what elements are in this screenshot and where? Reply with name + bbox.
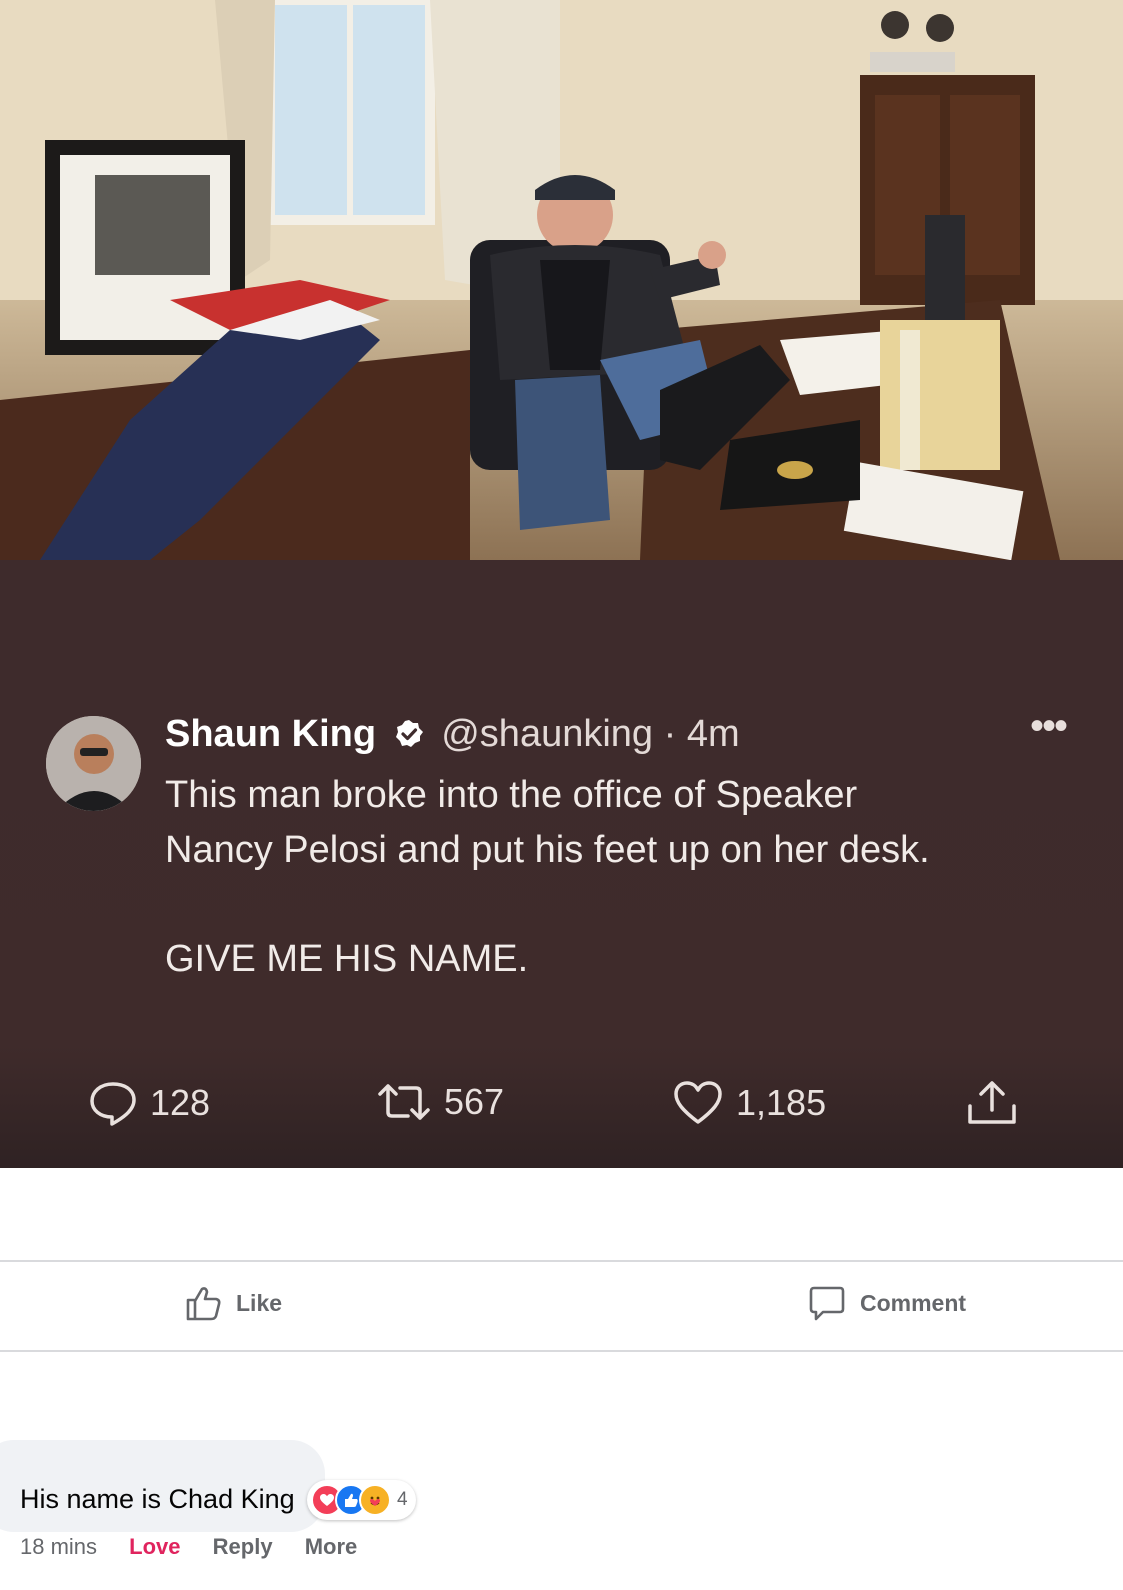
retweet-count: 567 <box>444 1081 505 1122</box>
share-button[interactable] <box>966 1080 1030 1126</box>
comment-text: His name is Chad King <box>20 1484 295 1514</box>
comment-reply-button[interactable]: Reply <box>213 1534 273 1559</box>
comment-love-button[interactable]: Love <box>129 1534 180 1559</box>
divider-top <box>0 1260 1123 1262</box>
tweet-text-shout: GIVE ME HIS NAME. <box>165 938 529 980</box>
comment-bubble-icon <box>809 1286 845 1321</box>
share-icon <box>968 1081 1016 1124</box>
fb-like-label: Like <box>236 1289 283 1316</box>
fb-comment-button[interactable]: Comment <box>808 1284 966 1322</box>
reply-count: 128 <box>150 1082 211 1123</box>
author-avatar[interactable] <box>46 716 141 811</box>
like-count: 1,185 <box>736 1082 827 1123</box>
tweet-text: This man broke into the office of Speake… <box>165 768 1065 987</box>
tweet-actions-bar: 128 567 1,185 <box>0 1080 1123 1130</box>
avatar-portrait <box>46 716 141 811</box>
reply-button[interactable]: 128 <box>88 1080 210 1126</box>
comment-reactions[interactable]: 4 <box>307 1480 416 1520</box>
thumbs-up-icon <box>186 1287 221 1321</box>
heart-icon <box>674 1081 722 1124</box>
retweet-icon <box>378 1084 430 1120</box>
fb-like-button[interactable]: Like <box>184 1284 282 1322</box>
tweet-header: Shaun King @shaunking · 4m <box>165 712 740 756</box>
divider-bottom <box>0 1350 1123 1352</box>
comment-more-button[interactable]: More <box>305 1534 358 1559</box>
comment-time[interactable]: 18 mins <box>20 1534 97 1559</box>
reply-icon <box>90 1082 136 1126</box>
tweet-time[interactable]: 4m <box>687 713 740 755</box>
reaction-count: 4 <box>397 1489 408 1510</box>
tweet-text-line-1: This man broke into the office of Speake… <box>165 774 858 816</box>
care-reaction-icon <box>359 1484 391 1516</box>
more-options-icon[interactable]: ••• <box>1030 706 1068 746</box>
retweet-button[interactable]: 567 <box>376 1080 504 1124</box>
comment-meta: 18 mins Love Reply More <box>20 1534 383 1560</box>
author-handle[interactable]: @shaunking <box>441 713 653 755</box>
verified-badge-icon <box>395 720 423 747</box>
author-name[interactable]: Shaun King <box>165 713 376 755</box>
tweet-photo[interactable] <box>0 0 1123 560</box>
header-separator: · <box>663 713 677 755</box>
tweet-text-line-2: Nancy Pelosi and put his feet up on her … <box>165 829 930 871</box>
office-photo-illustration <box>0 0 1123 560</box>
like-tweet-button[interactable]: 1,185 <box>672 1080 826 1126</box>
fb-comment-label: Comment <box>860 1289 967 1316</box>
